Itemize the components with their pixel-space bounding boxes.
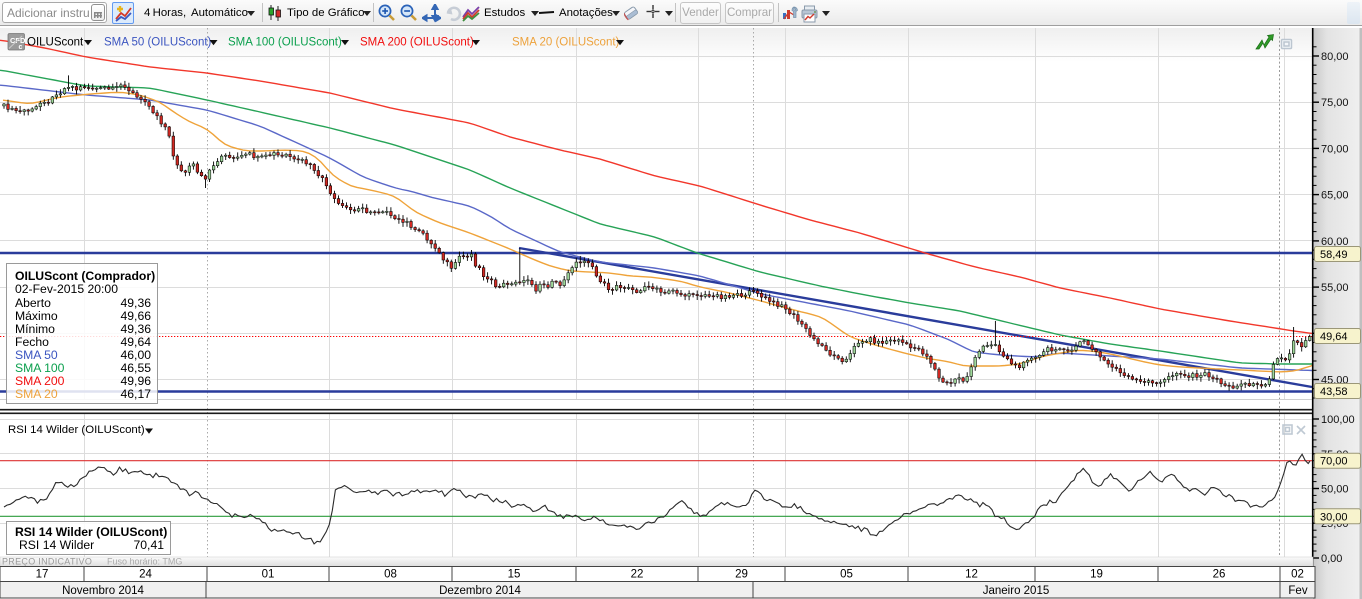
svg-text:30,00: 30,00 [1320, 511, 1348, 523]
svg-text:70,00: 70,00 [1321, 143, 1349, 155]
svg-text:Fev: Fev [1288, 585, 1307, 597]
svg-text:80,00: 80,00 [1321, 51, 1349, 63]
svg-text:SMA 200 (OILUScont): SMA 200 (OILUScont) [360, 37, 474, 49]
svg-text:01: 01 [262, 569, 275, 581]
svg-text:22: 22 [631, 569, 644, 581]
svg-text:19: 19 [1090, 569, 1103, 581]
svg-text:08: 08 [384, 569, 397, 581]
svg-text:12: 12 [965, 569, 978, 581]
svg-text:SMA 20 (OILUScont): SMA 20 (OILUScont) [512, 37, 620, 49]
svg-text:100,00: 100,00 [1321, 414, 1355, 426]
svg-text:RSI 14 Wilder (OILUScont): RSI 14 Wilder (OILUScont) [8, 424, 145, 436]
svg-text:OILUScont: OILUScont [27, 37, 84, 49]
svg-text:43,58: 43,58 [1320, 386, 1348, 398]
svg-text:02: 02 [1291, 569, 1304, 581]
svg-text:50,00: 50,00 [1321, 484, 1349, 496]
svg-text:17: 17 [36, 569, 49, 581]
svg-text:70,00: 70,00 [1320, 456, 1348, 468]
svg-text:75,00: 75,00 [1321, 97, 1349, 109]
svg-text:55,00: 55,00 [1321, 282, 1349, 294]
svg-text:65,00: 65,00 [1321, 190, 1349, 202]
svg-text:Dezembro 2014: Dezembro 2014 [439, 585, 521, 597]
svg-text:24: 24 [139, 569, 152, 581]
svg-text:PREÇO INDICATIVO: PREÇO INDICATIVO [2, 557, 92, 567]
svg-text:Fuso horário: TMG: Fuso horário: TMG [107, 557, 182, 567]
svg-text:c: c [19, 44, 23, 51]
svg-text:SMA 100 (OILUScont): SMA 100 (OILUScont) [228, 37, 342, 49]
svg-text:Janeiro 2015: Janeiro 2015 [983, 585, 1050, 597]
svg-text:26: 26 [1213, 569, 1226, 581]
svg-text:05: 05 [840, 569, 853, 581]
svg-text:15: 15 [508, 569, 521, 581]
svg-text:Novembro 2014: Novembro 2014 [62, 585, 144, 597]
svg-text:SMA 50 (OILUScont): SMA 50 (OILUScont) [104, 37, 212, 49]
svg-text:29: 29 [735, 569, 748, 581]
svg-text:0,00: 0,00 [1321, 553, 1342, 565]
svg-text:58,49: 58,49 [1320, 249, 1348, 261]
svg-text:49,64: 49,64 [1320, 331, 1348, 343]
